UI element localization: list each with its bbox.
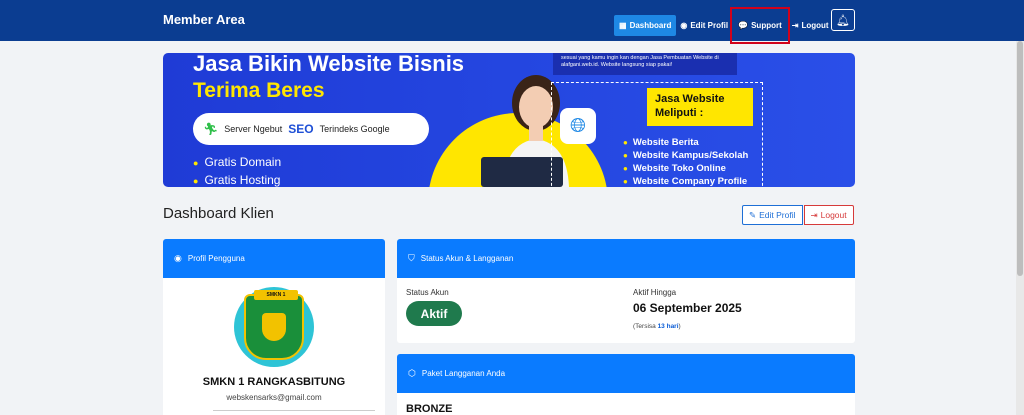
remaining-prefix: (Tersisa: [633, 323, 658, 330]
divider: [213, 410, 375, 411]
edit-profile-button[interactable]: ✎ Edit Profil: [742, 205, 803, 225]
globe-icon: 🌐︎: [560, 108, 596, 144]
nav-support-label: Support: [751, 21, 782, 30]
nav-edit-profile-link[interactable]: ◉ Edit Profil: [676, 15, 732, 36]
nav-links: ▦ Dashboard ◉ Edit Profil 💬 Support ⇥ Lo…: [614, 7, 833, 44]
brand-title[interactable]: Member Area: [163, 12, 245, 27]
chat-icon: 💬: [738, 21, 749, 30]
school-emblem-icon: [262, 313, 286, 341]
edit-profile-label: Edit Profil: [759, 210, 796, 220]
grid-icon: ▦: [619, 21, 627, 30]
nav-logout-label: Logout: [801, 21, 829, 30]
banner-subtitle: Terima Beres: [193, 79, 325, 102]
package-name: BRONZE: [406, 403, 453, 415]
user-circle-icon: ◉: [174, 253, 182, 263]
package-card-header: ⬡ Paket Langganan Anda: [397, 354, 855, 393]
package-card: ⬡ Paket Langganan Anda BRONZE: [397, 354, 855, 415]
bullet-free-hosting: Gratis Hosting: [193, 172, 281, 187]
top-navbar: Member Area ▦ Dashboard ◉ Edit Profil 💬 …: [0, 0, 1024, 44]
notifications-button[interactable]: 🔔︎: [831, 9, 855, 31]
logout-label: Logout: [820, 210, 847, 220]
status-card-title: Status Akun & Langganan: [420, 254, 514, 263]
active-until-label: Aktif Hingga: [633, 288, 677, 297]
account-status-label: Status Akun: [406, 288, 449, 297]
page-scrollbar[interactable]: [1016, 41, 1024, 415]
banner-info-box: sesuai yang kamu ingin kan dengan Jasa P…: [553, 53, 737, 75]
status-badge: Aktif: [406, 301, 462, 326]
pill-item-google: Terindeks Google: [319, 124, 390, 134]
profile-card: ◉ Profil Pengguna SMKN 1 SMKN 1 RANGKASB…: [163, 239, 385, 415]
banner-bullets: Gratis Domain Gratis Hosting: [193, 154, 281, 187]
seo-logo: SEO: [288, 122, 314, 136]
status-card-header: ⛉ Status Akun & Langganan: [397, 239, 855, 278]
bell-icon: 🔔︎: [836, 14, 850, 27]
remaining-days-value: 13 hari: [657, 323, 679, 330]
profile-card-header: ◉ Profil Pengguna: [163, 239, 385, 278]
service-item: Website Toko Online: [623, 162, 748, 175]
logout-icon: ⇥: [810, 209, 818, 220]
shield-icon: ⛉: [408, 253, 415, 263]
banner-services-list: Website Berita Website Kampus/Sekolah We…: [623, 136, 748, 187]
logout-button[interactable]: ⇥ Logout: [803, 205, 854, 225]
nav-dashboard-link[interactable]: ▦ Dashboard: [614, 15, 677, 36]
scrollbar-thumb[interactable]: [1017, 41, 1023, 276]
avatar: SMKN 1: [234, 287, 314, 367]
nav-dashboard-label: Dashboard: [629, 21, 672, 30]
header-actions: ✎ Edit Profil ⇥ Logout: [742, 205, 854, 225]
box-icon: ⬡: [408, 368, 416, 378]
speed-runner-icon: 🏃︎: [203, 122, 219, 136]
bullet-free-domain: Gratis Domain: [193, 154, 281, 172]
status-card: ⛉ Status Akun & Langganan Status Akun Ak…: [397, 239, 855, 343]
nav-support-link[interactable]: 💬 Support: [730, 7, 790, 44]
logout-icon: ⇥: [791, 21, 799, 30]
banner-services-heading: Jasa Website Meliputi :: [647, 88, 753, 126]
user-name: SMKN 1 RANGKASBITUNG: [202, 376, 346, 388]
user-circle-icon: ◉: [680, 21, 688, 30]
profile-card-title: Profil Pengguna: [187, 254, 245, 263]
service-item: Website Berita: [623, 136, 748, 149]
banner-features-pill: 🏃︎ Server Ngebut SEO Terindeks Google: [193, 113, 429, 145]
remaining-suffix: ): [678, 323, 681, 330]
package-card-title: Paket Langganan Anda: [421, 369, 506, 378]
service-item: Website Company Profile: [623, 175, 748, 187]
active-until-date: 06 September 2025: [633, 301, 742, 315]
nav-logout-link[interactable]: ⇥ Logout: [788, 15, 833, 36]
promo-banner[interactable]: Jasa Bikin Website Bisnis Terima Beres 🏃…: [163, 53, 855, 187]
page-title: Dashboard Klien: [163, 205, 274, 222]
banner-title: Jasa Bikin Website Bisnis: [193, 53, 465, 76]
school-logo: SMKN 1: [244, 290, 304, 360]
school-logo-label: SMKN 1: [254, 290, 298, 300]
nav-edit-profile-label: Edit Profil: [690, 21, 729, 30]
edit-icon: ✎: [749, 209, 757, 220]
user-email: webskensarks@gmail.com: [226, 393, 322, 402]
service-item: Website Kampus/Sekolah: [623, 149, 748, 162]
remaining-days: (Tersisa 13 hari): [633, 323, 681, 330]
pill-item-server: Server Ngebut: [224, 124, 283, 134]
